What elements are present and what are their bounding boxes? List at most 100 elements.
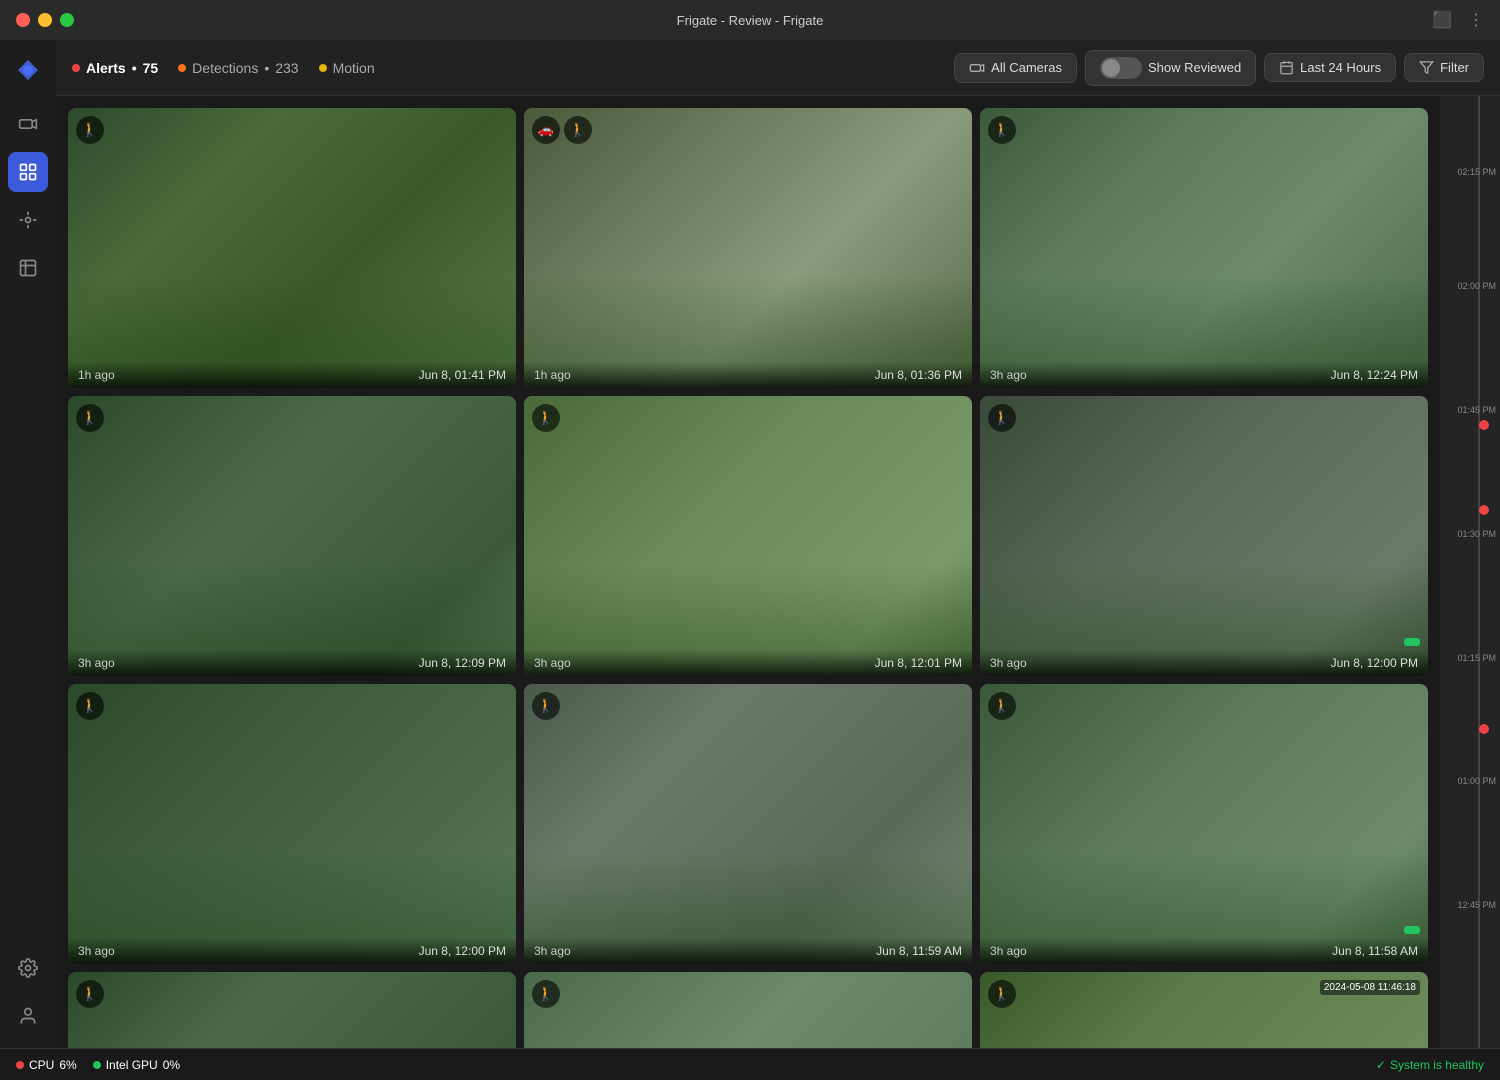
video-info-bar: 3h agoJun 8, 11:59 AM xyxy=(524,938,972,964)
show-reviewed-toggle[interactable] xyxy=(1100,57,1142,79)
timestamp-label: Jun 8, 11:59 AM xyxy=(876,944,962,958)
alerts-count: 75 xyxy=(143,60,159,76)
car-badge: 🚗 xyxy=(532,116,560,144)
time-ago-label: 3h ago xyxy=(990,656,1027,670)
gpu-value: 0% xyxy=(163,1058,180,1072)
timestamp-label: Jun 8, 12:00 PM xyxy=(1331,656,1418,670)
detection-badges: 🚶 xyxy=(532,404,560,432)
person-badge: 🚶 xyxy=(988,980,1016,1008)
cpu-dot xyxy=(16,1061,24,1069)
timestamp-label: Jun 8, 01:36 PM xyxy=(875,368,962,382)
minimize-button[interactable] xyxy=(38,13,52,27)
sidebar-item-live[interactable] xyxy=(8,200,48,240)
person-badge: 🚶 xyxy=(76,980,104,1008)
person-badge: 🚶 xyxy=(988,692,1016,720)
detection-badges: 🚶 xyxy=(76,980,104,1008)
detection-badges: 🚶 xyxy=(988,692,1016,720)
maximize-button[interactable] xyxy=(60,13,74,27)
video-thumbnail xyxy=(980,108,1428,388)
video-card-5[interactable]: 🚶 3h ago Jun 8, 12:01 PM xyxy=(524,396,972,676)
video-card-7[interactable]: 🚶3h agoJun 8, 12:00 PM xyxy=(68,684,516,964)
person-badge: 🚶 xyxy=(76,404,104,432)
video-card-12[interactable]: 🚶2024-05-08 11:46:18 xyxy=(980,972,1428,1048)
detection-badges: 🚗🚶 xyxy=(532,116,592,144)
video-info-bar: 3h agoJun 8, 12:24 PM xyxy=(980,362,1428,388)
sidebar-item-review[interactable] xyxy=(8,152,48,192)
sidebar-item-profile[interactable] xyxy=(8,996,48,1036)
timestamp-label: Jun 8, 12:09 PM xyxy=(419,656,506,670)
video-thumbnail xyxy=(68,972,516,1048)
alerts-label: Alerts xyxy=(86,60,126,76)
person-badge: 🚶 xyxy=(76,692,104,720)
time-ago-label: 3h ago xyxy=(990,944,1027,958)
video-card-2[interactable]: 🚗🚶 1h ago Jun 8, 01:36 PM xyxy=(524,108,972,388)
video-card-8[interactable]: 🚶3h agoJun 8, 11:59 AM xyxy=(524,684,972,964)
filter-tabs: Alerts • 75 Detections • 233 Motion xyxy=(72,60,942,76)
video-info-bar: 1h agoJun 8, 01:41 PM xyxy=(68,362,516,388)
gpu-dot xyxy=(93,1061,101,1069)
video-card-9[interactable]: 🚶 3h ago Jun 8, 11:58 AM xyxy=(980,684,1428,964)
detection-badges: 🚶 xyxy=(988,404,1016,432)
gpu-status: Intel GPU 0% xyxy=(93,1058,180,1072)
timeline-label: 01:00 PM xyxy=(1457,776,1496,786)
video-thumbnail xyxy=(524,972,972,1048)
time-ago-label: 3h ago xyxy=(534,656,571,670)
show-reviewed-button[interactable]: Show Reviewed xyxy=(1085,50,1256,86)
video-info-bar: 1h ago Jun 8, 01:36 PM xyxy=(524,362,972,388)
cpu-status: CPU 6% xyxy=(16,1058,77,1072)
app-logo[interactable] xyxy=(10,52,46,88)
timestamp-label: Jun 8, 12:00 PM xyxy=(419,944,506,958)
filter-button[interactable]: Filter xyxy=(1404,53,1484,82)
detection-badges: 🚶 xyxy=(76,404,104,432)
detection-badges: 🚶 xyxy=(988,116,1016,144)
person-badge: 🚶 xyxy=(532,980,560,1008)
statusbar: CPU 6% Intel GPU 0% ✓ System is healthy xyxy=(0,1048,1500,1080)
last24-label: Last 24 Hours xyxy=(1300,60,1381,75)
motion-filter[interactable]: Motion xyxy=(319,60,375,76)
topbar-controls: All Cameras Show Reviewed Last 24 H xyxy=(954,50,1484,86)
video-thumbnail xyxy=(980,684,1428,964)
detection-badges: 🚶 xyxy=(532,980,560,1008)
show-reviewed-label: Show Reviewed xyxy=(1148,60,1241,75)
timeline-label: 01:15 PM xyxy=(1457,653,1496,663)
video-card-11[interactable]: 🚶 xyxy=(524,972,972,1048)
app-container: Alerts • 75 Detections • 233 Motion xyxy=(0,40,1500,1048)
video-card-4[interactable]: 🚶3h agoJun 8, 12:09 PM xyxy=(68,396,516,676)
detections-filter[interactable]: Detections • 233 xyxy=(178,60,298,76)
timeline-event-dot xyxy=(1479,724,1489,734)
cameras-button[interactable]: All Cameras xyxy=(954,53,1077,83)
video-thumbnail xyxy=(68,396,516,676)
last24-button[interactable]: Last 24 Hours xyxy=(1264,53,1396,82)
person-badge: 🚶 xyxy=(988,116,1016,144)
video-card-1[interactable]: 🚶 1h agoJun 8, 01:41 PM xyxy=(68,108,516,388)
timeline-event-dot xyxy=(1479,505,1489,515)
sidebar-item-settings[interactable] xyxy=(8,948,48,988)
cpu-label: CPU xyxy=(29,1058,54,1072)
timeline-label: 01:45 PM xyxy=(1457,405,1496,415)
timestamp-label: Jun 8, 11:58 AM xyxy=(1332,944,1418,958)
video-card-6[interactable]: 🚶 3h ago Jun 8, 12:00 PM xyxy=(980,396,1428,676)
timeline-sidebar[interactable]: 02:15 PM02:00 PM01:45 PM01:30 PM01:15 PM… xyxy=(1440,96,1500,1048)
timestamp-label: Jun 8, 12:24 PM xyxy=(1331,368,1418,382)
sidebar-item-cameras[interactable] xyxy=(8,104,48,144)
video-card-10[interactable]: 🚶 xyxy=(68,972,516,1048)
detections-dot xyxy=(178,64,186,72)
video-grid: 🚶1h agoJun 8, 01:41 PM🚗🚶1h agoJun 8, 01:… xyxy=(68,108,1428,1048)
detection-badges: 🚶 xyxy=(76,116,104,144)
close-button[interactable] xyxy=(16,13,30,27)
person-badge: 🚶 xyxy=(564,116,592,144)
more-icon[interactable]: ⋮ xyxy=(1468,10,1484,30)
timestamp-label: Jun 8, 12:01 PM xyxy=(875,656,962,670)
detection-badges: 🚶 xyxy=(76,692,104,720)
topbar: Alerts • 75 Detections • 233 Motion xyxy=(56,40,1500,96)
cpu-value: 6% xyxy=(59,1058,76,1072)
video-card-3[interactable]: 🚶 3h agoJun 8, 12:24 PM xyxy=(980,108,1428,388)
alerts-filter[interactable]: Alerts • 75 xyxy=(72,60,158,76)
motion-label: Motion xyxy=(333,60,375,76)
cast-icon[interactable]: ⬛ xyxy=(1432,10,1452,30)
sidebar-item-explore[interactable] xyxy=(8,248,48,288)
detections-count: 233 xyxy=(275,60,298,76)
time-ago-label: 1h ago xyxy=(534,368,571,382)
video-thumbnail xyxy=(524,108,972,388)
window-controls[interactable] xyxy=(16,13,74,27)
